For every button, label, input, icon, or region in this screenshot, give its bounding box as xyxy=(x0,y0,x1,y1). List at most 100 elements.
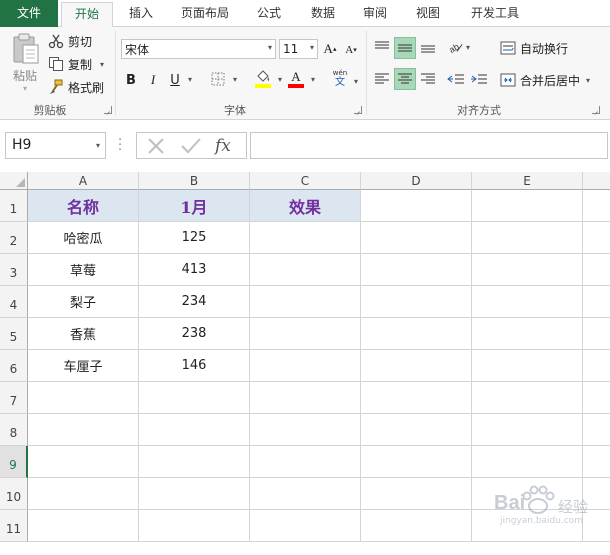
paste-button[interactable]: 粘贴 ▾ xyxy=(8,33,42,97)
column-header-b[interactable]: B xyxy=(139,172,250,190)
row-header-6[interactable]: 6 xyxy=(0,350,28,382)
confirm-check-icon[interactable] xyxy=(180,136,202,156)
font-name-combo[interactable]: 宋体 ▾ xyxy=(121,39,276,59)
chevron-down-icon[interactable]: ▾ xyxy=(354,77,358,86)
grid-cell[interactable] xyxy=(139,382,250,414)
font-color-button[interactable]: A xyxy=(288,69,304,89)
grid-cell[interactable] xyxy=(583,446,610,478)
align-left-button[interactable] xyxy=(372,69,392,89)
grid-cell[interactable] xyxy=(28,510,139,542)
copy-button[interactable]: 复制 ▾ xyxy=(48,55,104,73)
grid-cell[interactable] xyxy=(250,254,361,286)
grid-cell[interactable] xyxy=(361,478,472,510)
insert-function-icon[interactable]: fx xyxy=(215,136,231,156)
cell-a3[interactable]: 草莓 xyxy=(28,254,139,286)
tab-data[interactable]: 数据 xyxy=(300,0,346,27)
grid-cell[interactable] xyxy=(583,286,610,318)
chevron-down-icon[interactable]: ▾ xyxy=(278,75,282,84)
grid-cell[interactable] xyxy=(28,414,139,446)
grid-cell[interactable] xyxy=(250,510,361,542)
clipboard-dialog-launcher-icon[interactable] xyxy=(104,106,112,114)
decrease-indent-button[interactable] xyxy=(446,69,466,89)
cell-b4[interactable]: 234 xyxy=(139,286,250,318)
grid-cell[interactable] xyxy=(583,350,610,382)
grid-cell[interactable] xyxy=(583,414,610,446)
grid-cell[interactable] xyxy=(583,254,610,286)
align-bottom-button[interactable] xyxy=(418,37,438,57)
increase-indent-button[interactable] xyxy=(469,69,489,89)
grid-cell[interactable] xyxy=(472,222,583,254)
grid-cell[interactable] xyxy=(361,414,472,446)
grid-cell[interactable] xyxy=(139,414,250,446)
tab-formulas[interactable]: 公式 xyxy=(246,0,292,27)
align-center-button[interactable] xyxy=(394,68,416,90)
grid-cell[interactable] xyxy=(139,510,250,542)
grid-cell[interactable] xyxy=(361,446,472,478)
bold-button[interactable]: B xyxy=(124,71,138,89)
grid-cell[interactable] xyxy=(361,318,472,350)
column-header-d[interactable]: D xyxy=(361,172,472,190)
grid-cell[interactable] xyxy=(583,222,610,254)
chevron-down-icon[interactable]: ▾ xyxy=(233,75,237,84)
row-header-11[interactable]: 11 xyxy=(0,510,28,542)
grid-cell[interactable] xyxy=(361,286,472,318)
grid-cell[interactable] xyxy=(139,478,250,510)
underline-button[interactable]: U xyxy=(168,71,182,89)
grid-cell[interactable] xyxy=(250,446,361,478)
tab-review[interactable]: 审阅 xyxy=(352,0,398,27)
cell-a1[interactable]: 名称 xyxy=(28,190,139,222)
grid-cell[interactable] xyxy=(250,382,361,414)
grid-cell[interactable] xyxy=(28,382,139,414)
align-middle-button[interactable] xyxy=(394,37,416,59)
cell-b5[interactable]: 238 xyxy=(139,318,250,350)
wrap-text-button[interactable]: 自动换行 xyxy=(500,39,568,57)
cell-b3[interactable]: 413 xyxy=(139,254,250,286)
grid-cell[interactable] xyxy=(250,222,361,254)
cancel-icon[interactable] xyxy=(146,136,166,156)
grid-cell[interactable] xyxy=(583,382,610,414)
cell-a4[interactable]: 梨子 xyxy=(28,286,139,318)
chevron-down-icon[interactable]: ▾ xyxy=(311,75,315,84)
tab-view[interactable]: 视图 xyxy=(405,0,451,27)
grow-font-button[interactable]: A ▴ xyxy=(322,39,338,59)
shrink-font-button[interactable]: A ▾ xyxy=(343,41,359,59)
grid-cell[interactable] xyxy=(361,190,472,222)
formula-bar-grip-icon[interactable]: · · · xyxy=(118,134,122,157)
cell-c1[interactable]: 效果 xyxy=(250,190,361,222)
grid-cell[interactable] xyxy=(361,350,472,382)
borders-button[interactable] xyxy=(210,71,226,87)
grid-cell[interactable] xyxy=(28,446,139,478)
cell-a6[interactable]: 车厘子 xyxy=(28,350,139,382)
row-header-10[interactable]: 10 xyxy=(0,478,28,510)
align-top-button[interactable] xyxy=(372,37,392,57)
row-header-8[interactable]: 8 xyxy=(0,414,28,446)
formula-input[interactable] xyxy=(250,132,608,159)
column-header-a[interactable]: A xyxy=(28,172,139,190)
row-header-9[interactable]: 9 xyxy=(0,446,28,478)
orientation-button[interactable]: ab ▾ xyxy=(448,37,470,57)
align-right-button[interactable] xyxy=(418,69,438,89)
grid-cell[interactable] xyxy=(361,510,472,542)
row-header-5[interactable]: 5 xyxy=(0,318,28,350)
column-header-e[interactable]: E xyxy=(472,172,583,190)
grid-cell[interactable] xyxy=(250,318,361,350)
grid-cell[interactable] xyxy=(472,414,583,446)
grid-cell[interactable] xyxy=(361,254,472,286)
cut-button[interactable]: 剪切 xyxy=(48,32,92,50)
grid-cell[interactable] xyxy=(250,350,361,382)
column-header-c[interactable]: C xyxy=(250,172,361,190)
grid-cell[interactable] xyxy=(583,190,610,222)
chevron-down-icon[interactable]: ▾ xyxy=(96,133,100,158)
name-box[interactable]: H9 ▾ xyxy=(5,132,106,159)
grid-cell[interactable] xyxy=(472,446,583,478)
chevron-down-icon[interactable]: ▾ xyxy=(188,75,192,84)
select-all-button[interactable] xyxy=(0,172,28,190)
tab-insert[interactable]: 插入 xyxy=(118,0,164,27)
cell-a2[interactable]: 哈密瓜 xyxy=(28,222,139,254)
tab-home[interactable]: 开始 xyxy=(61,2,113,28)
row-header-1[interactable]: 1 xyxy=(0,190,28,222)
grid-cell[interactable] xyxy=(139,446,250,478)
cell-b1[interactable]: 1月 xyxy=(139,190,250,222)
grid-cell[interactable] xyxy=(472,190,583,222)
tab-developer[interactable]: 开发工具 xyxy=(460,0,530,27)
